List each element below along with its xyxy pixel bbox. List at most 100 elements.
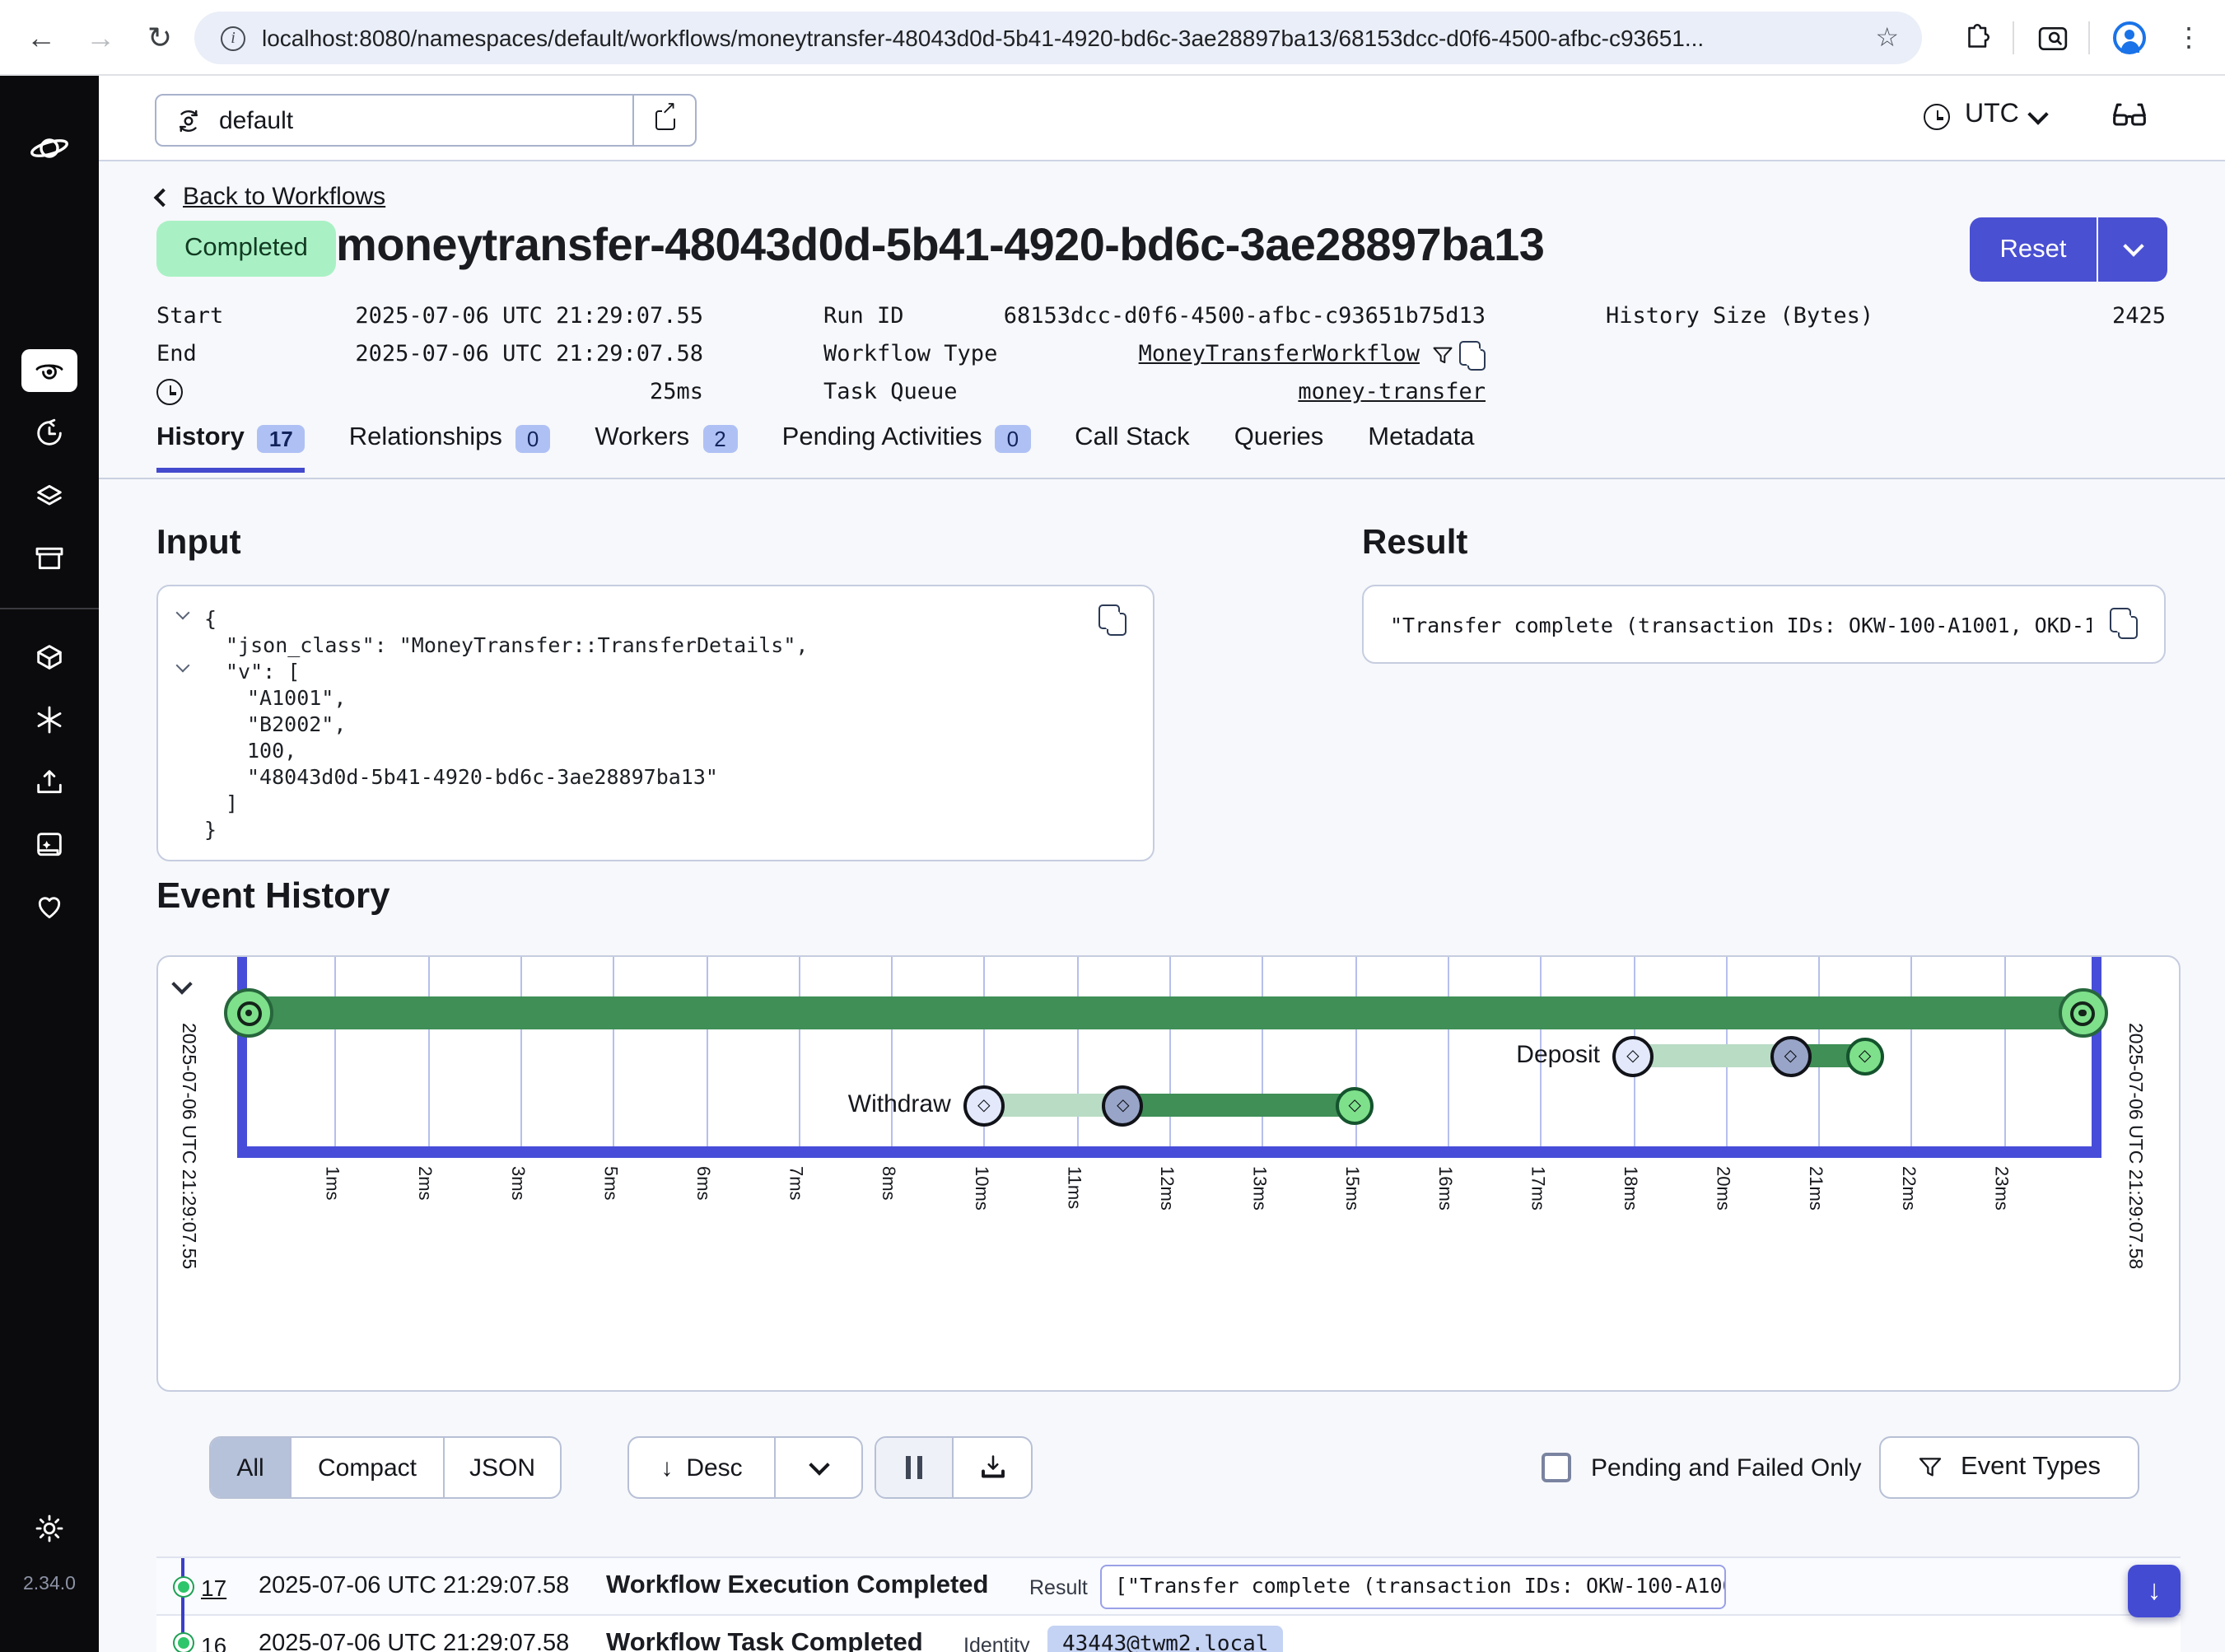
tab-label: History [156, 423, 245, 453]
duration-value: 25ms [156, 379, 703, 405]
sidebar-item-namespaces[interactable] [21, 636, 77, 679]
gridline [335, 957, 337, 1146]
tab-workers[interactable]: Workers2 [595, 423, 737, 473]
run-id-value: 68153dcc-d0f6-4500-afbc-c93651b75d13 [823, 303, 1486, 329]
namespace-selector[interactable]: default [155, 94, 697, 147]
toolbar-separator [2013, 21, 2014, 54]
sidebar-item-share[interactable] [21, 761, 77, 804]
result-copy-icon[interactable] [2118, 616, 2138, 639]
side-panel-icon[interactable] [2026, 0, 2078, 76]
event-id-link[interactable]: 17 [201, 1575, 226, 1601]
json-line: "A1001", [181, 685, 1087, 712]
activity-started-node[interactable]: ◇ [1103, 1085, 1144, 1126]
axis-tick-label: 18ms [1620, 1166, 1640, 1211]
sidebar-item-workflows[interactable] [21, 349, 77, 392]
gridline [1911, 957, 1913, 1146]
sort-arrow-icon: ↓ [660, 1454, 673, 1482]
address-bar[interactable]: i localhost:8080/namespaces/default/work… [194, 12, 1922, 64]
input-copy-icon[interactable] [1107, 613, 1126, 636]
reset-button[interactable]: Reset [1970, 217, 2098, 282]
extensions-icon[interactable] [1953, 0, 2003, 76]
playback-group [875, 1436, 1033, 1499]
sidebar-item-batch-operations[interactable] [21, 474, 77, 517]
workflow-end-node[interactable] [2058, 988, 2107, 1038]
json-line: "json_class": "MoneyTransfer::TransferDe… [181, 632, 1087, 659]
bookmark-star-icon[interactable]: ☆ [1875, 21, 1899, 54]
theme-sun-icon[interactable] [21, 1507, 77, 1550]
json-line: "48043d0d-5b41-4920-bd6c-3ae28897ba13" [181, 764, 1087, 791]
pending-failed-checkbox[interactable] [1542, 1453, 1571, 1482]
app-viewport: ← → ↻ i localhost:8080/namespaces/defaul… [0, 0, 2225, 1652]
tab-queries[interactable]: Queries [1234, 423, 1324, 473]
namespace-open-button[interactable] [632, 96, 695, 145]
view-option-compact[interactable]: Compact [292, 1438, 445, 1497]
tab-count-badge: 2 [702, 424, 737, 452]
reset-split-button[interactable]: Reset [1970, 217, 2167, 282]
json-line: ] [181, 791, 1087, 817]
task-queue-value[interactable]: money-transfer [823, 379, 1486, 405]
workflow-start-node[interactable] [224, 988, 273, 1038]
activity-scheduled-node[interactable]: ◇ [963, 1085, 1005, 1126]
activity-scheduled-node[interactable]: ◇ [1612, 1035, 1654, 1076]
sort-desc-button[interactable]: ↓ Desc [629, 1438, 776, 1497]
labs-glasses-icon[interactable] [2111, 99, 2148, 140]
browser-forward-icon[interactable]: → [72, 0, 128, 76]
tab-label: Call Stack [1075, 423, 1190, 453]
tab-count-badge: 0 [515, 424, 550, 452]
event-types-button[interactable]: Event Types [1879, 1436, 2139, 1499]
activity-completed-node[interactable]: ◇ [1336, 1086, 1374, 1124]
timezone-chevron-icon[interactable] [2027, 104, 2048, 124]
view-option-all[interactable]: All [211, 1438, 292, 1497]
collapse-chevron-icon[interactable] [176, 606, 190, 620]
collapse-chevron-icon[interactable] [176, 659, 190, 673]
json-line: } [181, 817, 1087, 843]
timeline-collapse-button[interactable] [175, 977, 189, 992]
profile-icon[interactable] [2101, 0, 2157, 76]
workflow-execution-bar[interactable] [242, 996, 2083, 1029]
workflow-type-value[interactable]: MoneyTransferWorkflow [823, 341, 1420, 367]
menu-kebab-icon[interactable]: ⋮ [2167, 0, 2210, 76]
tab-history[interactable]: History17 [156, 423, 305, 473]
view-option-json[interactable]: JSON [445, 1438, 560, 1497]
tab-pending-activities[interactable]: Pending Activities0 [782, 423, 1030, 473]
event-row[interactable]: 172025-07-06 UTC 21:29:07.58Workflow Exe… [156, 1558, 2181, 1616]
start-value: 2025-07-06 UTC 21:29:07.55 [156, 303, 703, 329]
url-text[interactable]: localhost:8080/namespaces/default/workfl… [262, 25, 1852, 51]
sidebar-item-feedback-heart[interactable] [21, 886, 77, 929]
axis-tick-label: 6ms [693, 1166, 712, 1201]
tab-metadata[interactable]: Metadata [1368, 423, 1474, 473]
sidebar-item-archive[interactable] [21, 537, 77, 580]
temporal-logo-icon[interactable] [21, 127, 77, 170]
tab-call-stack[interactable]: Call Stack [1075, 423, 1190, 473]
download-button[interactable] [954, 1438, 1031, 1497]
pause-icon [906, 1456, 922, 1479]
sidebar-item-codec[interactable] [21, 698, 77, 741]
scroll-to-bottom-button[interactable]: ↓ [2128, 1565, 2181, 1617]
event-id-link[interactable]: 16 [201, 1632, 226, 1652]
browser-back-icon[interactable]: ← [13, 0, 69, 76]
activity-scheduled-bar[interactable] [1633, 1044, 1790, 1067]
activity-running-bar[interactable] [1123, 1094, 1355, 1117]
axis-tick-label: 21ms [1805, 1166, 1825, 1211]
tab-relationships[interactable]: Relationships0 [349, 423, 551, 473]
timezone-label[interactable]: UTC [1965, 100, 2019, 130]
back-to-workflows-link[interactable]: Back to Workflows [156, 183, 385, 211]
sort-dropdown-button[interactable] [776, 1438, 861, 1497]
activity-label-withdraw: Withdraw [737, 1090, 951, 1118]
activity-completed-node[interactable]: ◇ [1846, 1037, 1884, 1075]
axis-tick-label: 16ms [1434, 1166, 1454, 1211]
sidebar-item-schedules[interactable] [21, 412, 77, 455]
json-text: ] [226, 791, 238, 815]
gridline [520, 957, 522, 1146]
json-key: "json_class" [226, 632, 375, 657]
axis-tick-label: 2ms [414, 1166, 434, 1201]
activity-started-node[interactable]: ◇ [1770, 1035, 1811, 1076]
pause-button[interactable] [876, 1438, 954, 1497]
result-value: "Transfer complete (transaction IDs: OKW… [1390, 613, 2092, 637]
reset-dropdown-button[interactable] [2098, 217, 2167, 282]
event-row[interactable]: 162025-07-06 UTC 21:29:07.58Workflow Tas… [156, 1616, 2181, 1652]
site-info-icon[interactable]: i [221, 26, 245, 50]
workflow-type-filter-icon[interactable] [1431, 344, 1454, 374]
browser-reload-icon[interactable]: ↻ [132, 0, 188, 76]
sidebar-item-docs[interactable] [21, 824, 77, 866]
